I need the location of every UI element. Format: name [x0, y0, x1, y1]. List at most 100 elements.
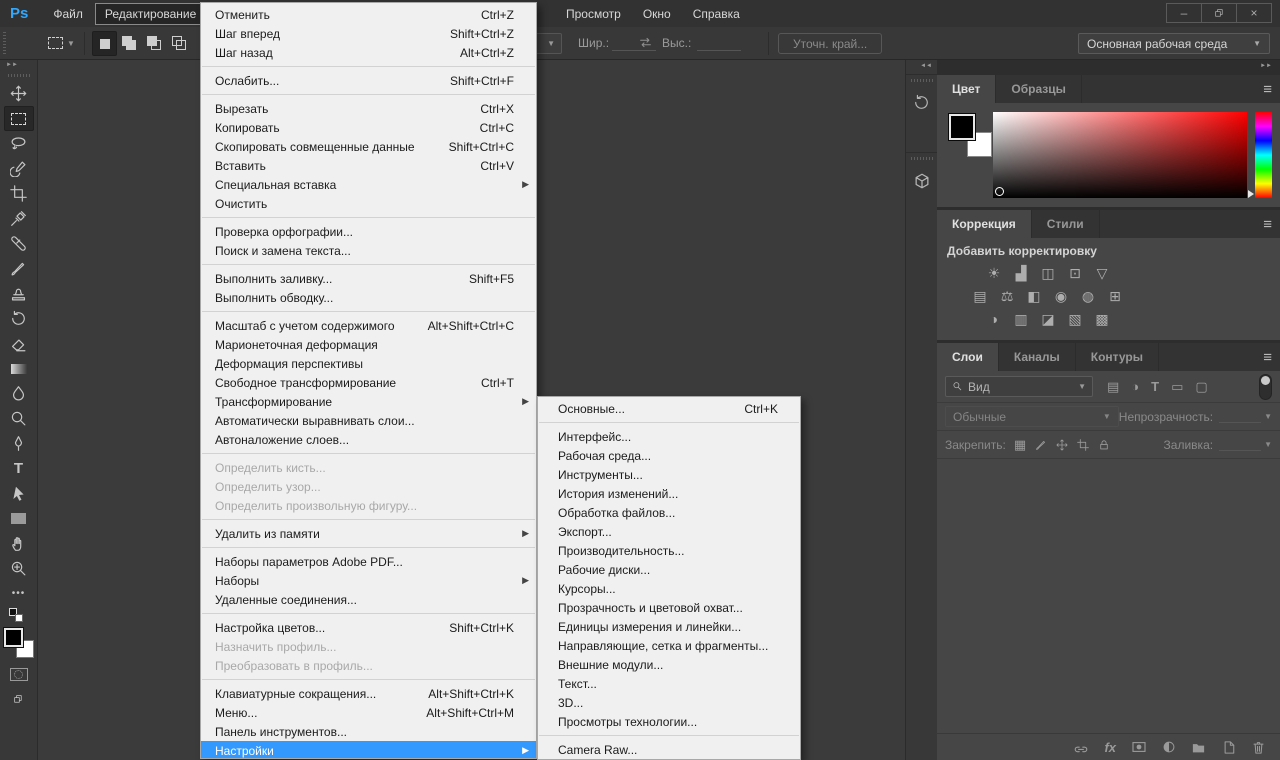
- history-panel-button[interactable]: [906, 74, 937, 152]
- history-brush-tool[interactable]: [4, 306, 34, 331]
- filter-shape-layers-icon[interactable]: ▭: [1171, 379, 1183, 395]
- pen-tool[interactable]: [4, 431, 34, 456]
- menubar-item-right-0[interactable]: Просмотр: [556, 3, 631, 25]
- eyedropper-tool[interactable]: [4, 206, 34, 231]
- vibrance-icon[interactable]: ▽: [1093, 264, 1111, 282]
- layer-filter-toggle[interactable]: [1259, 374, 1272, 400]
- edit-menu-item[interactable]: Поиск и замена текста...: [201, 241, 536, 260]
- edit-menu-item[interactable]: Шаг назадAlt+Ctrl+Z: [201, 43, 536, 62]
- tool-preset-icon[interactable]: [48, 37, 63, 49]
- eraser-tool[interactable]: [4, 331, 34, 356]
- posterize-icon[interactable]: ▥: [1012, 310, 1030, 328]
- lasso-tool[interactable]: [4, 131, 34, 156]
- edit-menu-item[interactable]: ВставитьCtrl+V: [201, 156, 536, 175]
- properties-panel-icon[interactable]: [913, 172, 931, 190]
- photo-filter-icon[interactable]: ◉: [1052, 287, 1070, 305]
- edit-menu-item[interactable]: Клавиатурные сокращения...Alt+Shift+Ctrl…: [201, 684, 536, 703]
- edit-menu-item[interactable]: Деформация перспективы: [201, 354, 536, 373]
- prefs-menu-item[interactable]: Экспорт...: [538, 522, 800, 541]
- edit-menu-item[interactable]: Настройка цветов...Shift+Ctrl+K: [201, 618, 536, 637]
- default-colors-icon[interactable]: [9, 608, 29, 624]
- filter-type-layers-icon[interactable]: T: [1151, 379, 1159, 394]
- edit-toolbar[interactable]: •••: [4, 581, 34, 606]
- prefs-menu-item[interactable]: Инструменты...: [538, 465, 800, 484]
- menubar-item-right-1[interactable]: Окно: [633, 3, 681, 25]
- prefs-menu-item[interactable]: Основные...Ctrl+K: [538, 399, 800, 418]
- expand-toolbar-icon[interactable]: ►►: [0, 60, 37, 72]
- curves-icon[interactable]: ◫: [1039, 264, 1057, 282]
- panel-grip[interactable]: [911, 157, 933, 160]
- edit-menu-item[interactable]: Специальная вставка▶: [201, 175, 536, 194]
- edit-menu-item[interactable]: Автоматически выравнивать слои...: [201, 411, 536, 430]
- edit-menu-item[interactable]: Масштаб с учетом содержимогоAlt+Shift+Ct…: [201, 316, 536, 335]
- zoom-tool[interactable]: [4, 556, 34, 581]
- prefs-menu-item[interactable]: Единицы измерения и линейки...: [538, 617, 800, 636]
- clone-stamp-tool[interactable]: [4, 281, 34, 306]
- prefs-menu-item[interactable]: 3D...: [538, 693, 800, 712]
- intersect-selection-button[interactable]: [167, 31, 192, 56]
- black-white-icon[interactable]: ◧: [1025, 287, 1043, 305]
- lock-artboard-icon[interactable]: [1077, 439, 1089, 451]
- edit-menu-item[interactable]: Настройки▶: [201, 741, 536, 759]
- edit-menu-item[interactable]: ОтменитьCtrl+Z: [201, 5, 536, 24]
- new-group-icon[interactable]: [1191, 740, 1206, 755]
- prefs-menu-item[interactable]: Производительность...: [538, 541, 800, 560]
- edit-menu-item[interactable]: ВырезатьCtrl+X: [201, 99, 536, 118]
- edit-menu-item[interactable]: Скопировать совмещенные данныеShift+Ctrl…: [201, 137, 536, 156]
- minimize-button[interactable]: –: [1166, 3, 1202, 23]
- edit-menu-item[interactable]: Панель инструментов...: [201, 722, 536, 741]
- color-field-marker[interactable]: [995, 187, 1004, 196]
- workspace-selector[interactable]: Основная рабочая среда ▼: [1078, 33, 1270, 54]
- tab-образцы[interactable]: Образцы: [996, 75, 1082, 103]
- tool-preset-chevron-icon[interactable]: ▼: [67, 39, 75, 48]
- tab-стили[interactable]: Стили: [1032, 210, 1100, 238]
- tab-каналы[interactable]: Каналы: [999, 343, 1076, 371]
- prefs-menu-item[interactable]: Текст...: [538, 674, 800, 693]
- foreground-background-swatches[interactable]: [947, 112, 993, 198]
- edit-menu-item[interactable]: Выполнить обводку...: [201, 288, 536, 307]
- layer-effects-icon[interactable]: fx: [1104, 740, 1116, 755]
- toolbar-grip[interactable]: [8, 74, 30, 77]
- lock-all-icon[interactable]: [1098, 439, 1110, 451]
- quick-mask-button[interactable]: [4, 662, 34, 687]
- path-selection-tool[interactable]: [4, 481, 34, 506]
- tab-коррекция[interactable]: Коррекция: [937, 210, 1032, 238]
- edit-menu-item[interactable]: Удалить из памяти▶: [201, 524, 536, 543]
- move-tool[interactable]: [4, 81, 34, 106]
- edit-menu-item[interactable]: Выполнить заливку...Shift+F5: [201, 269, 536, 288]
- quick-selection-tool[interactable]: [4, 156, 34, 181]
- edit-menu-item[interactable]: Шаг впередShift+Ctrl+Z: [201, 24, 536, 43]
- edit-menu-item[interactable]: Наборы параметров Adobe PDF...: [201, 552, 536, 571]
- lock-position-icon[interactable]: [1056, 439, 1068, 451]
- type-tool[interactable]: T: [4, 456, 34, 481]
- lock-transparency-icon[interactable]: ▦: [1014, 437, 1026, 453]
- channel-mixer-icon[interactable]: ◍: [1079, 287, 1097, 305]
- edit-menu-item[interactable]: Трансформирование▶: [201, 392, 536, 411]
- levels-icon[interactable]: ▟: [1012, 264, 1030, 282]
- screen-mode-button[interactable]: [4, 687, 34, 712]
- crop-tool[interactable]: [4, 181, 34, 206]
- swap-width-height-icon[interactable]: [638, 35, 653, 53]
- foreground-background-tool-swatches[interactable]: [4, 628, 34, 658]
- foreground-color-swatch[interactable]: [4, 628, 23, 647]
- brush-tool[interactable]: [4, 256, 34, 281]
- edit-menu-item[interactable]: Наборы▶: [201, 571, 536, 590]
- prefs-menu-item[interactable]: Внешние модули...: [538, 655, 800, 674]
- link-layers-icon[interactable]: [1073, 739, 1089, 755]
- spot-healing-brush-tool[interactable]: [4, 231, 34, 256]
- refine-edge-button[interactable]: Уточн. край...: [778, 33, 882, 54]
- restore-button[interactable]: [1201, 3, 1237, 23]
- new-selection-button[interactable]: [92, 31, 117, 56]
- hue-saturation-icon[interactable]: ▤: [971, 287, 989, 305]
- edit-menu-item[interactable]: Автоналожение слоев...: [201, 430, 536, 449]
- gradient-map-icon[interactable]: ▧: [1066, 310, 1084, 328]
- add-adjustment-icon[interactable]: [1162, 740, 1176, 754]
- edit-menu-item[interactable]: Ослабить...Shift+Ctrl+F: [201, 71, 536, 90]
- opacity-dropdown[interactable]: ▼: [1219, 411, 1272, 423]
- close-button[interactable]: ×: [1236, 3, 1272, 23]
- prefs-menu-item[interactable]: Прозрачность и цветовой охват...: [538, 598, 800, 617]
- edit-menu-item[interactable]: Марионеточная деформация: [201, 335, 536, 354]
- fill-dropdown[interactable]: ▼: [1219, 439, 1272, 451]
- prefs-menu-item[interactable]: Camera Raw...: [538, 740, 800, 759]
- tab-цвет[interactable]: Цвет: [937, 75, 996, 103]
